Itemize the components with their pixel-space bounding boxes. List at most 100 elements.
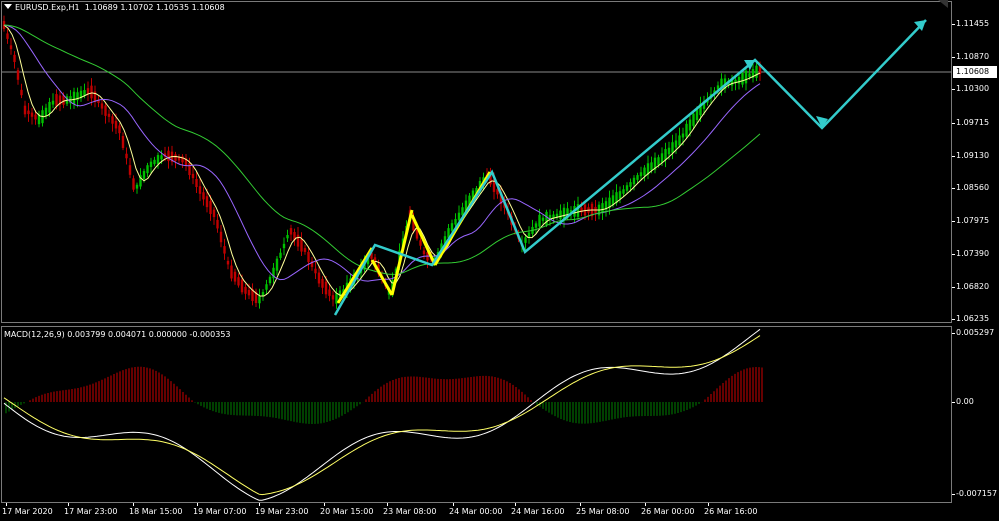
candle-body [289,228,293,235]
time-label: 18 Mar 15:00 [129,507,183,516]
candle-body [622,189,625,194]
candle-body [30,112,34,117]
candle-body [583,204,587,216]
candle-body [657,157,660,166]
price-label: 1.11455 [956,19,990,28]
candle-body [202,192,205,200]
price-label: 1.07975 [956,216,990,225]
candle-body [111,116,114,124]
candle-body [156,155,160,165]
ohlc-values: 1.10689 1.10702 1.10535 1.10608 [84,3,225,12]
symbol-timeframe: EURUSD.Exp,H1 [15,3,80,12]
candle-body [223,246,226,254]
triangle-down-icon[interactable] [4,4,12,9]
candle-body [303,248,307,252]
candle-body [282,243,286,249]
candle-body [90,85,93,99]
candle-body [737,76,741,84]
candle-body [160,155,163,160]
candle-body [226,260,230,265]
mid-ma-line [3,24,761,282]
time-axis: 17 Mar 2020 17 Mar 23:00 18 Mar 15:00 19… [0,503,999,521]
candle-body [741,72,744,85]
candle-body [247,290,251,296]
candle-body [13,54,16,62]
macd-main-line [3,328,761,501]
candle-body [660,153,664,163]
candle-body [632,177,636,185]
time-label: 19 Mar 07:00 [193,507,247,516]
candle-body [9,45,13,50]
candle-body [636,175,639,180]
candle-body [457,212,461,221]
candle-body [230,265,233,279]
chart-header[interactable]: EURUSD.Exp,H1 1.10689 1.10702 1.10535 1.… [4,3,225,12]
candle-body [664,149,667,160]
price-axis: 1.11455 1.10870 1.10300 1.09715 1.09130 … [952,0,999,503]
candle-body [524,237,527,243]
candle-body [629,182,632,187]
candle-body [34,114,37,120]
time-label: 24 Mar 16:00 [511,507,565,516]
candle-body [321,278,324,288]
candle-body [205,196,209,208]
candle-body [307,251,310,263]
candle-body [328,289,331,296]
candle-body [678,135,681,146]
candle-body [643,167,646,176]
candle-body [692,113,695,126]
candle-body [107,113,111,117]
candle-body [748,73,751,78]
candle-body [265,284,268,290]
candle-body [454,218,457,225]
candle-body [744,70,748,84]
candle-body [20,89,23,96]
candle-body [671,142,674,153]
candle-body [685,123,688,137]
candle-body [83,90,86,96]
candle-body [146,165,149,174]
projection-arrow-path [333,19,927,316]
candle-body [296,234,300,247]
candle-body [314,268,317,274]
candle-body [450,223,454,231]
candle-body [618,191,622,199]
candle-body [240,279,244,293]
candle-body [625,185,629,191]
wave-arrow-segment [336,247,374,304]
candle-body [275,258,279,271]
candle-body [72,91,76,105]
time-label: 26 Mar 00:00 [641,507,695,516]
candle-body [688,119,692,131]
candle-body [142,171,146,179]
candle-body [755,65,758,78]
candle-body [149,161,153,167]
candle-body [114,120,118,129]
time-label: 26 Mar 16:00 [704,507,758,516]
chart-plot [2,15,952,501]
candle-body [541,217,545,221]
time-label: 23 Mar 08:00 [383,507,437,516]
candle-body [16,70,20,80]
candle-body [258,296,261,304]
candle-body [233,271,237,282]
candle-body [538,214,541,227]
candle-body [667,147,671,155]
candle-body [132,178,135,190]
chart-window[interactable]: EURUSD.Exp,H1 1.10689 1.10702 1.10535 1.… [0,0,999,521]
macd-header: MACD(12,26,9) 0.003799 0.004071 0.000000… [4,330,231,339]
candle-body [261,292,265,296]
candle-body [118,125,121,134]
price-label: 1.10300 [956,84,990,93]
candle-body [268,276,272,284]
time-label: 25 Mar 08:00 [576,507,630,516]
price-label: 1.08560 [956,183,990,192]
candle-body [534,223,538,228]
current-price-tag: 1.10608 [953,66,997,78]
chart-corner-icon[interactable] [936,0,950,10]
candle-body [212,209,216,218]
candle-body [681,133,685,138]
candle-body [216,219,219,229]
candle-body [419,240,422,246]
candle-body [27,110,30,115]
